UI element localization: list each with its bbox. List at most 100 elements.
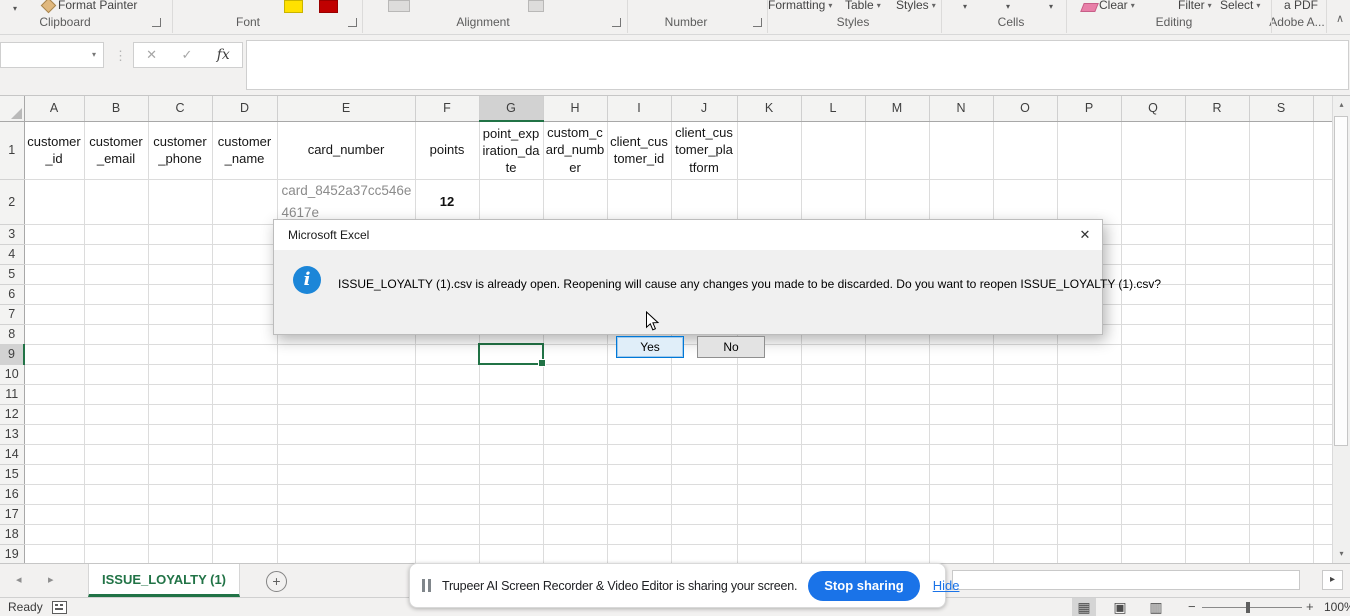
stop-sharing-button[interactable]: Stop sharing — [808, 570, 920, 601]
column-header-B[interactable]: B — [84, 96, 149, 122]
cell-C6[interactable] — [148, 284, 213, 305]
row-header-1[interactable]: 1 — [0, 121, 25, 180]
row-header-11[interactable]: 11 — [0, 384, 25, 405]
cell-S10[interactable] — [1249, 364, 1314, 385]
cell-C13[interactable] — [148, 424, 213, 445]
cell-H1[interactable]: custom_card_number — [543, 121, 608, 180]
cell-clipped-6[interactable] — [1313, 284, 1333, 305]
cell-C19[interactable] — [148, 544, 213, 565]
cell-J1[interactable]: client_customer_platform — [671, 121, 738, 180]
cell-J15[interactable] — [671, 464, 738, 485]
row-header-16[interactable]: 16 — [0, 484, 25, 505]
cell-O13[interactable] — [993, 424, 1058, 445]
cell-E14[interactable] — [277, 444, 416, 465]
cell-Q11[interactable] — [1121, 384, 1186, 405]
cell-S3[interactable] — [1249, 224, 1314, 245]
cell-clipped-9[interactable] — [1313, 344, 1333, 365]
row-header-6[interactable]: 6 — [0, 284, 25, 305]
cell-clipped-16[interactable] — [1313, 484, 1333, 505]
cell-R9[interactable] — [1185, 344, 1250, 365]
cell-B19[interactable] — [84, 544, 149, 565]
cell-O12[interactable] — [993, 404, 1058, 425]
cell-A3[interactable] — [24, 224, 85, 245]
cell-Q17[interactable] — [1121, 504, 1186, 525]
row-header-10[interactable]: 10 — [0, 364, 25, 385]
cell-B8[interactable] — [84, 324, 149, 345]
cell-G18[interactable] — [479, 524, 544, 545]
cell-I17[interactable] — [607, 504, 672, 525]
keyboard-status-icon[interactable] — [52, 601, 67, 614]
row-header-15[interactable]: 15 — [0, 464, 25, 485]
cell-K19[interactable] — [737, 544, 802, 565]
row-header-8[interactable]: 8 — [0, 324, 25, 345]
cell-I11[interactable] — [607, 384, 672, 405]
cell-G19[interactable] — [479, 544, 544, 565]
row-header-3[interactable]: 3 — [0, 224, 25, 245]
cell-S6[interactable] — [1249, 284, 1314, 305]
cell-M10[interactable] — [865, 364, 930, 385]
cell-D9[interactable] — [212, 344, 278, 365]
cell-A12[interactable] — [24, 404, 85, 425]
cell-M19[interactable] — [865, 544, 930, 565]
vertical-scrollbar[interactable]: ▴ ▾ — [1332, 96, 1350, 563]
cell-D18[interactable] — [212, 524, 278, 545]
cell-C17[interactable] — [148, 504, 213, 525]
column-header-G[interactable]: G — [479, 96, 544, 122]
cell-D6[interactable] — [212, 284, 278, 305]
cell-H13[interactable] — [543, 424, 608, 445]
cell-R1[interactable] — [1185, 121, 1250, 180]
column-header-L[interactable]: L — [801, 96, 866, 122]
clipboard-dialog-launcher[interactable] — [152, 18, 161, 27]
cell-N19[interactable] — [929, 544, 994, 565]
cell-R15[interactable] — [1185, 464, 1250, 485]
cell-Q8[interactable] — [1121, 324, 1186, 345]
cell-P16[interactable] — [1057, 484, 1122, 505]
cell-N12[interactable] — [929, 404, 994, 425]
cell-D3[interactable] — [212, 224, 278, 245]
cell-C9[interactable] — [148, 344, 213, 365]
row-header-12[interactable]: 12 — [0, 404, 25, 425]
alignment-dialog-launcher[interactable] — [612, 18, 621, 27]
cell-S4[interactable] — [1249, 244, 1314, 265]
cell-O17[interactable] — [993, 504, 1058, 525]
cell-O14[interactable] — [993, 444, 1058, 465]
cell-L19[interactable] — [801, 544, 866, 565]
cell-H14[interactable] — [543, 444, 608, 465]
scroll-up-icon[interactable]: ▴ — [1333, 96, 1350, 114]
column-header-H[interactable]: H — [543, 96, 608, 122]
column-header-Q[interactable]: Q — [1121, 96, 1186, 122]
cell-S7[interactable] — [1249, 304, 1314, 325]
cell-Q10[interactable] — [1121, 364, 1186, 385]
cell-O19[interactable] — [993, 544, 1058, 565]
cell-R19[interactable] — [1185, 544, 1250, 565]
cell-Q7[interactable] — [1121, 304, 1186, 325]
cell-C8[interactable] — [148, 324, 213, 345]
cell-N15[interactable] — [929, 464, 994, 485]
cell-M13[interactable] — [865, 424, 930, 445]
cell-L18[interactable] — [801, 524, 866, 545]
cell-clipped-1[interactable] — [1313, 121, 1333, 180]
cell-P10[interactable] — [1057, 364, 1122, 385]
cell-C7[interactable] — [148, 304, 213, 325]
cell-F18[interactable] — [415, 524, 480, 545]
column-header-K[interactable]: K — [737, 96, 802, 122]
cell-B18[interactable] — [84, 524, 149, 545]
cell-K2[interactable] — [737, 179, 802, 225]
cell-M18[interactable] — [865, 524, 930, 545]
cell-K18[interactable] — [737, 524, 802, 545]
cell-clipped-2[interactable] — [1313, 179, 1333, 225]
name-box[interactable]: ▾ — [0, 42, 104, 68]
cell-styles-button[interactable]: Styles — [896, 0, 936, 12]
formula-bar-input[interactable] — [246, 40, 1349, 90]
cell-G2[interactable] — [479, 179, 544, 225]
column-header-clipped[interactable] — [1313, 96, 1333, 122]
filter-button[interactable]: Filter — [1178, 0, 1212, 12]
cell-S1[interactable] — [1249, 121, 1314, 180]
horizontal-scrollbar[interactable] — [952, 570, 1300, 590]
cell-J10[interactable] — [671, 364, 738, 385]
cell-E17[interactable] — [277, 504, 416, 525]
cell-B5[interactable] — [84, 264, 149, 285]
cell-P2[interactable] — [1057, 179, 1122, 225]
cell-E10[interactable] — [277, 364, 416, 385]
cell-I12[interactable] — [607, 404, 672, 425]
